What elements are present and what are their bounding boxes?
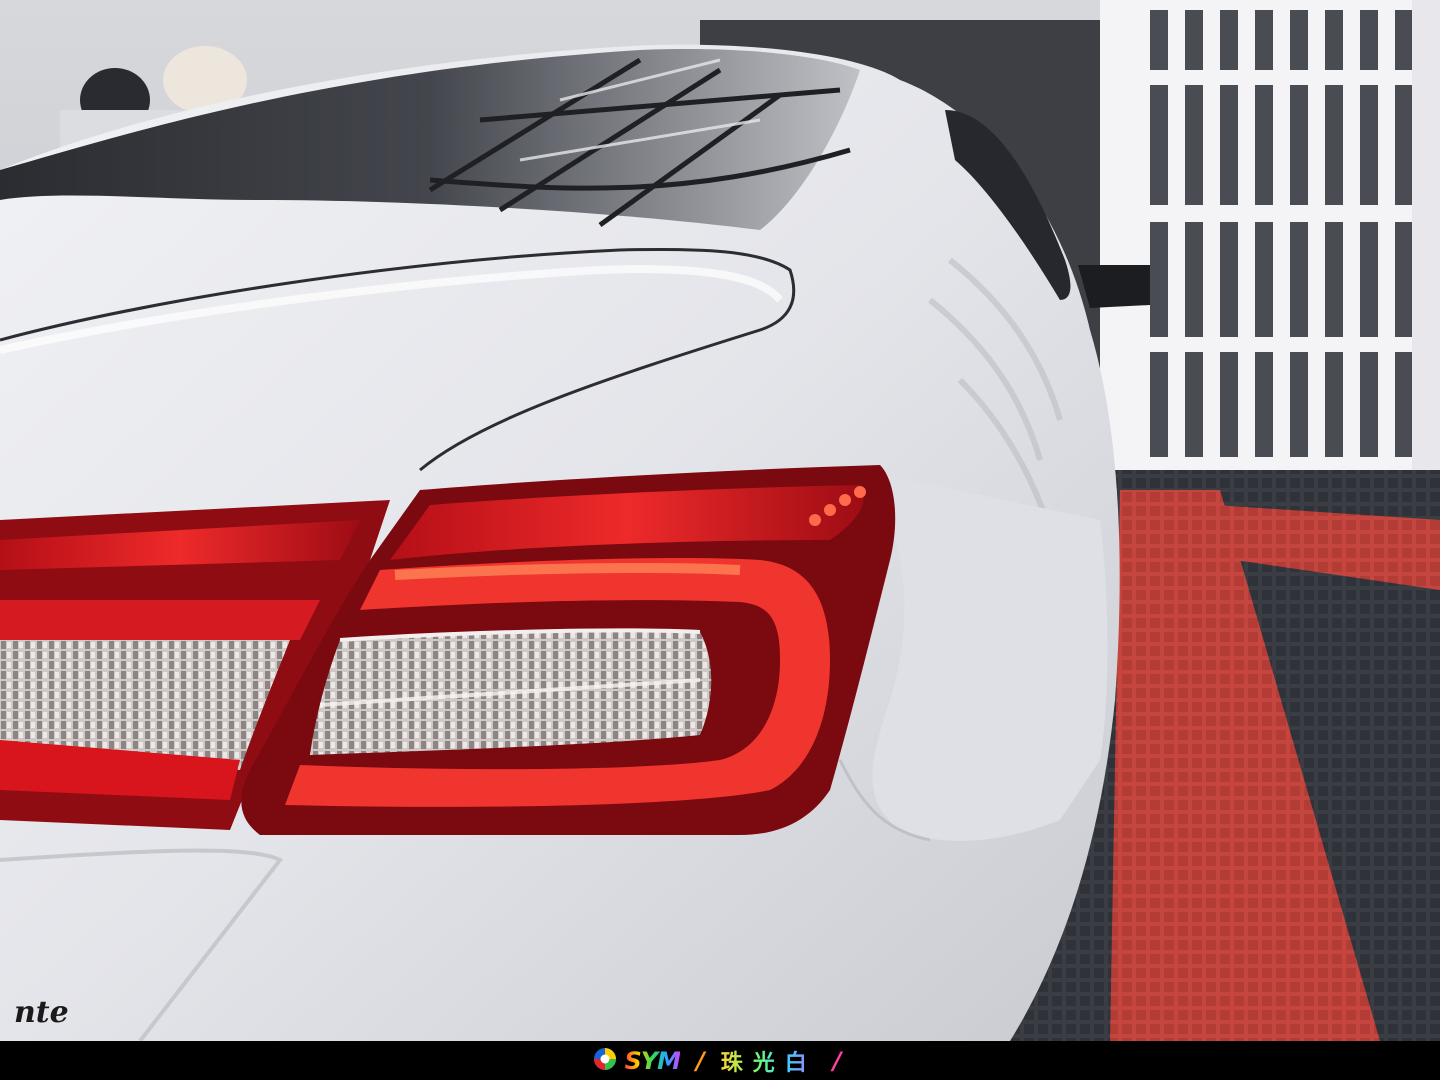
brand-name: SYM (624, 1046, 681, 1075)
car-photo: nte (0, 0, 1440, 1041)
brand-logo: SYM (592, 1046, 681, 1076)
caption-separator-left: / (696, 1046, 705, 1075)
background-gate (1100, 0, 1440, 480)
caption-separator-right: / (832, 1046, 842, 1075)
caption-color-name: 珠光白 (721, 1045, 817, 1077)
car-photo-illustration (0, 0, 1440, 1041)
trunk-badge-text: nte (14, 995, 69, 1030)
caption-bar: SYM / 珠光白 / (0, 1041, 1440, 1080)
trunk-badge: nte (0, 995, 90, 1035)
sym-swirl-logo-icon (592, 1046, 618, 1076)
